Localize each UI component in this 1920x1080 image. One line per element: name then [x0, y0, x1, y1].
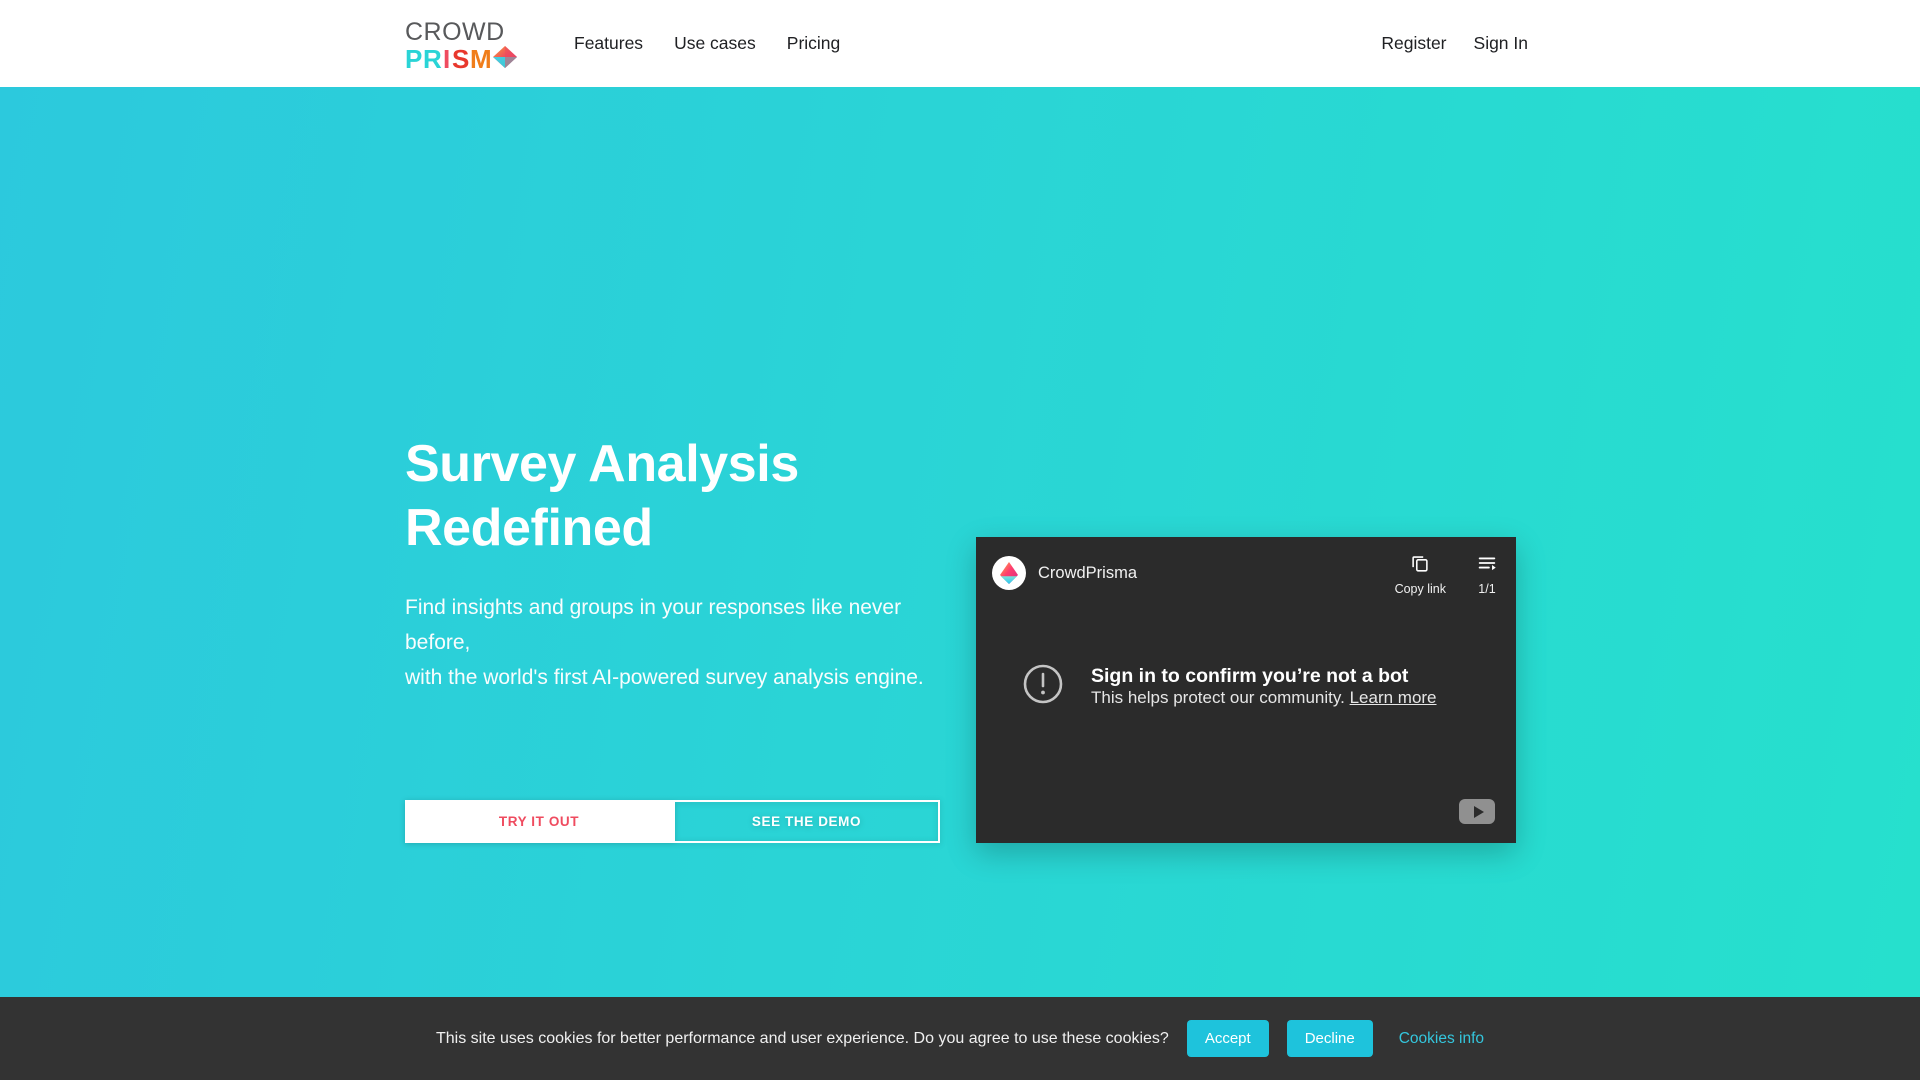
copy-icon	[1409, 552, 1431, 579]
site-header: CROWD P R I S M Features Use cases Prici…	[0, 0, 1920, 87]
try-it-out-button[interactable]: TRY IT OUT	[405, 800, 673, 843]
logo-letter-i: I	[443, 44, 450, 72]
learn-more-link[interactable]: Learn more	[1350, 688, 1437, 707]
playlist-indicator[interactable]: 1/1	[1476, 552, 1498, 596]
hero-cta-group: TRY IT OUT SEE THE DEMO	[405, 800, 940, 843]
cookie-message: This site uses cookies for better perfor…	[435, 1029, 1169, 1047]
logo-letter-s: S	[452, 44, 470, 72]
youtube-channel[interactable]: CrowdPrisma	[992, 556, 1137, 590]
hero-copy: Survey Analysis Redefined Find insights …	[405, 432, 945, 695]
youtube-error-message: Sign in to confirm you’re not a bot This…	[1018, 659, 1516, 714]
playlist-count: 1/1	[1478, 582, 1496, 596]
logo-text-crowd: CROWD	[405, 18, 505, 46]
logo-letter-r: R	[423, 44, 442, 72]
youtube-channel-name: CrowdPrisma	[1038, 563, 1138, 582]
auth-navigation: Register Sign In	[1381, 0, 1528, 87]
youtube-error-subtitle: This helps protect our community. Learn …	[1091, 688, 1437, 707]
youtube-topbar: CrowdPrisma Copy link 1/1	[976, 537, 1516, 609]
nav-item-use-cases[interactable]: Use cases	[674, 34, 756, 53]
cookie-decline-button[interactable]: Decline	[1286, 1020, 1373, 1057]
logo-letter-m: M	[470, 44, 492, 72]
youtube-play-icon	[1459, 799, 1495, 824]
hero-title: Survey Analysis Redefined	[405, 435, 799, 557]
nav-item-pricing[interactable]: Pricing	[787, 34, 841, 53]
nav-item-register[interactable]: Register	[1381, 34, 1446, 53]
nav-item-sign-in[interactable]: Sign In	[1474, 34, 1528, 53]
youtube-play-triangle	[1473, 805, 1484, 818]
youtube-actions: Copy link 1/1	[1395, 552, 1498, 596]
youtube-error-title: Sign in to confirm you’re not a bot	[1091, 664, 1409, 687]
youtube-error-subtitle-text: This helps protect our community.	[1091, 688, 1345, 707]
prism-avatar-icon	[992, 556, 1026, 590]
cookie-consent-banner: This site uses cookies for better perfor…	[0, 997, 1920, 1080]
copy-link-label: Copy link	[1394, 582, 1446, 596]
nav-item-features[interactable]: Features	[574, 34, 643, 53]
logo-letter-p: P	[405, 44, 423, 72]
youtube-error-texts: Sign in to confirm you’re not a bot This…	[1091, 665, 1516, 709]
logo-crowdprisma[interactable]: CROWD P R I S M	[405, 16, 537, 74]
cookie-accept-button[interactable]: Accept	[1186, 1020, 1269, 1057]
hero-inner: Survey Analysis Redefined Find insights …	[0, 87, 1920, 997]
see-the-demo-button[interactable]: SEE THE DEMO	[673, 800, 940, 843]
exclamation-circle-icon	[1018, 659, 1068, 714]
copy-link-button[interactable]: Copy link	[1395, 552, 1446, 596]
prism-logo-icon	[493, 46, 517, 68]
playlist-icon	[1476, 552, 1498, 579]
primary-navigation: Features Use cases Pricing	[574, 0, 840, 87]
cookies-info-link[interactable]: Cookies info	[1399, 1030, 1484, 1048]
hero-section: Survey Analysis Redefined Find insights …	[0, 87, 1920, 997]
hero-subtitle: Find insights and groups in your respons…	[405, 596, 924, 689]
youtube-embed-player[interactable]: CrowdPrisma Copy link 1/1 Sign in to con…	[976, 537, 1516, 843]
